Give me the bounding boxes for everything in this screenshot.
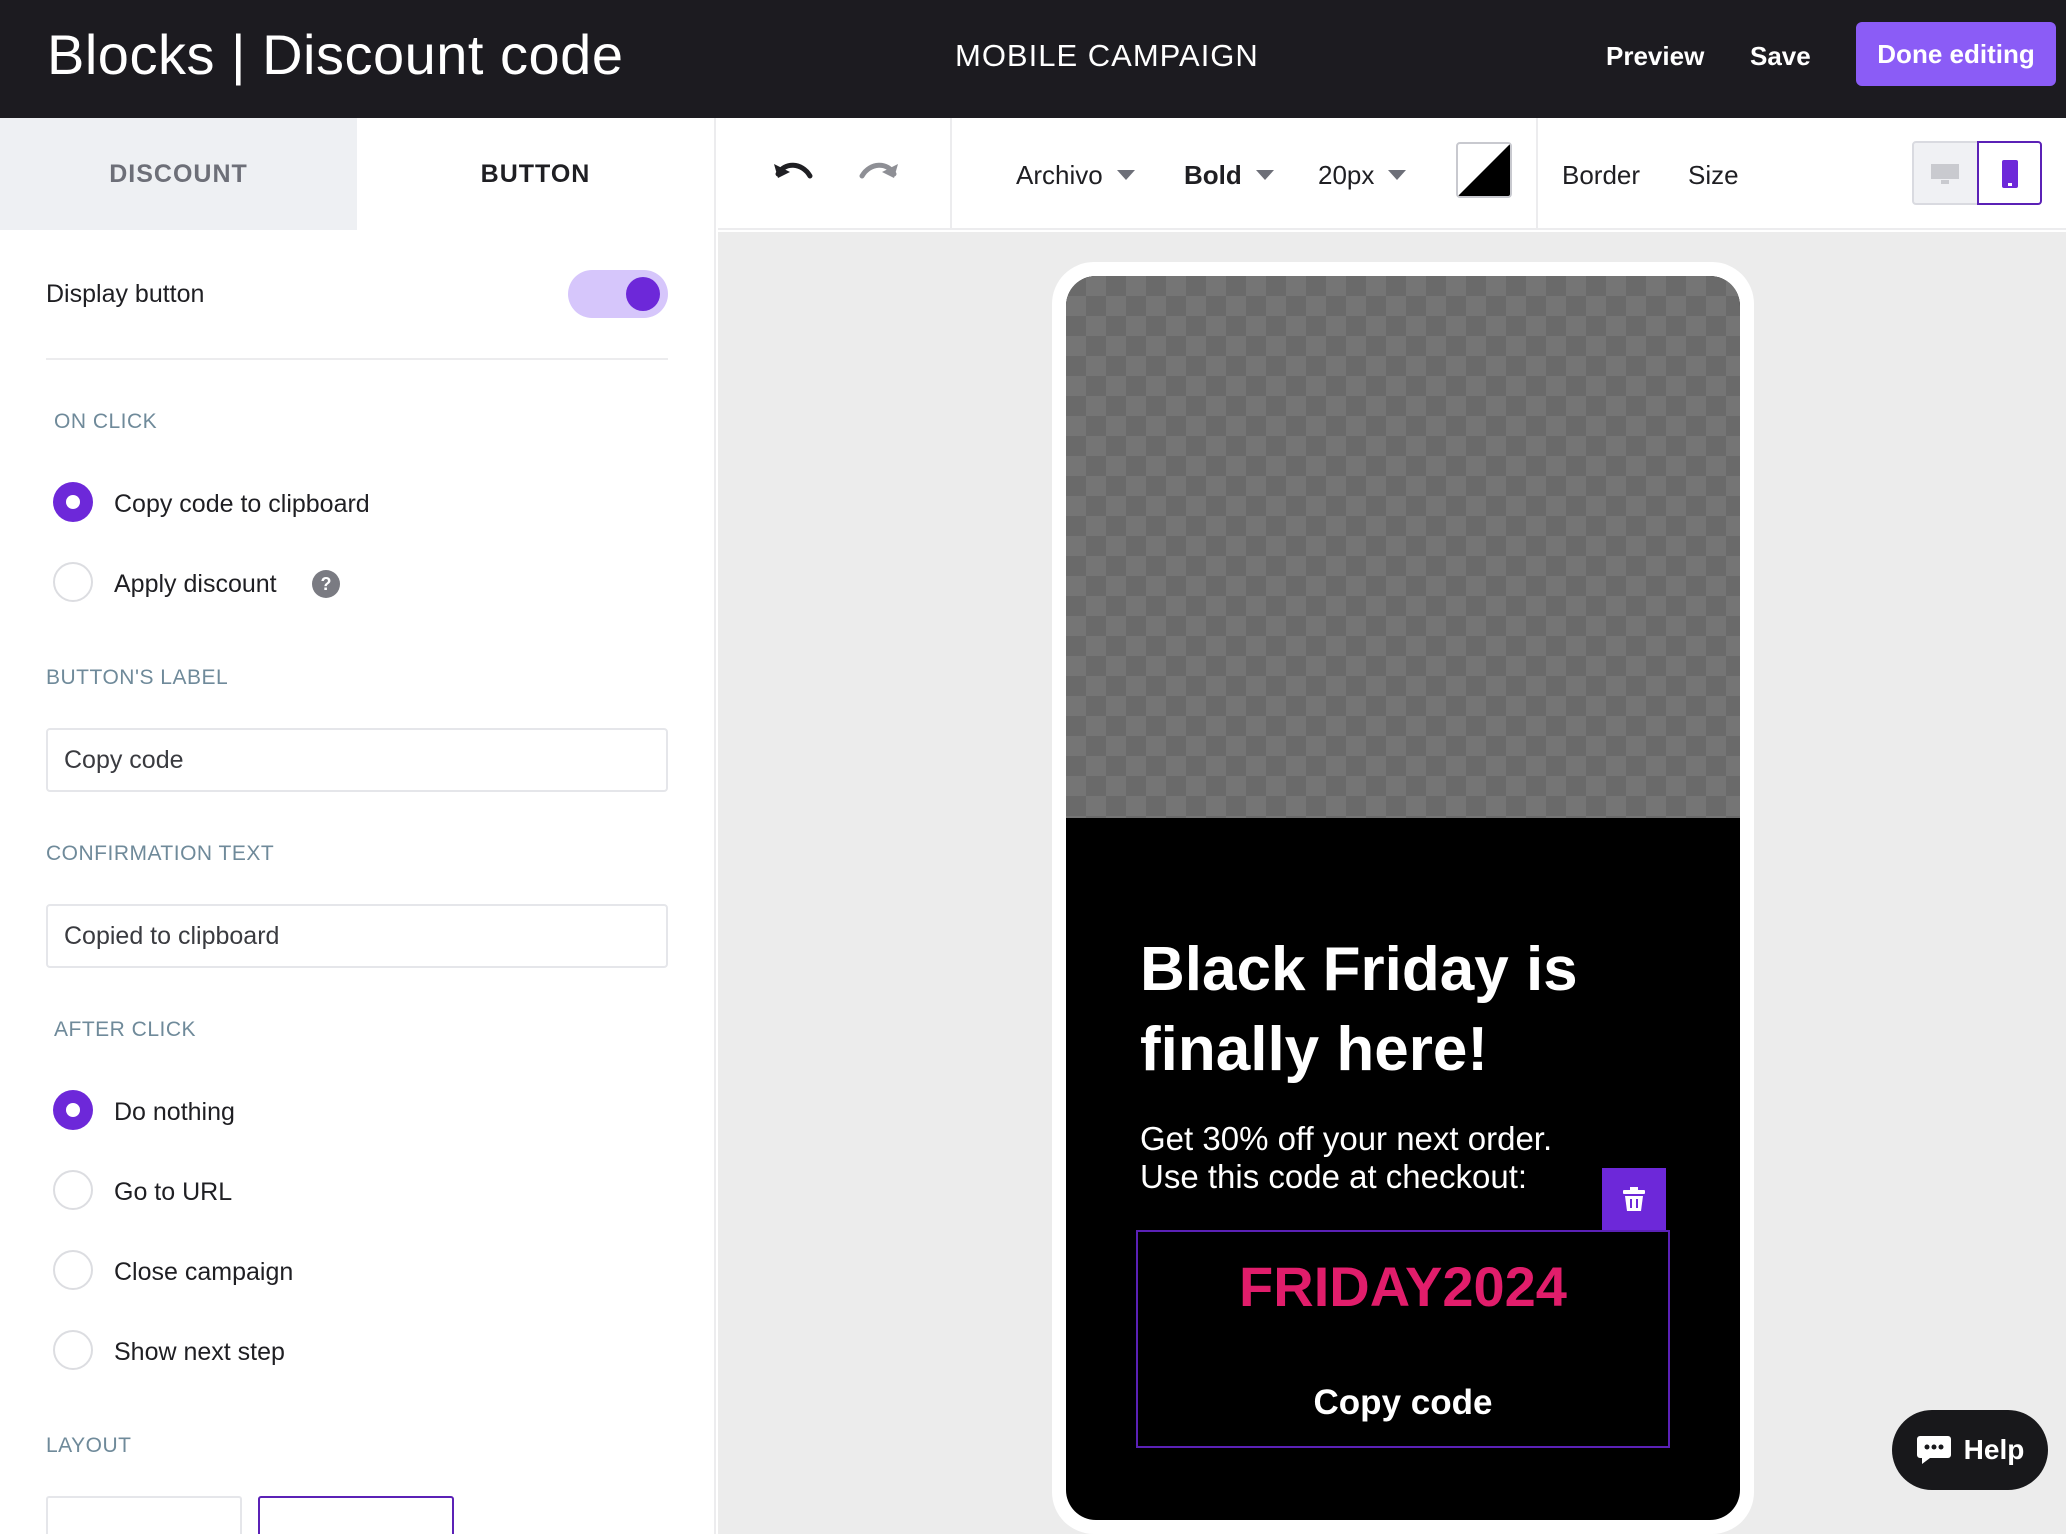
confirmation-text-heading: CONFIRMATION TEXT — [46, 842, 275, 865]
text-color-swatch[interactable] — [1456, 142, 1512, 198]
option-do-nothing-label: Do nothing — [114, 1098, 235, 1126]
layout-heading: LAYOUT — [46, 1434, 132, 1457]
editor-toolbar: Archivo Bold 20px Border Size — [718, 118, 2066, 230]
undo-icon[interactable] — [768, 154, 818, 194]
delete-block-button[interactable] — [1602, 1168, 1666, 1230]
page-title: Blocks | Discount code — [47, 23, 624, 86]
layout-option-1[interactable] — [46, 1496, 242, 1534]
settings-panel: DISCOUNT BUTTON Display button ON CLICK … — [0, 118, 716, 1534]
chat-bubble-icon — [1916, 1436, 1951, 1464]
option-apply-discount-label: Apply discount — [114, 570, 277, 598]
mobile-view-button[interactable] — [1977, 141, 2042, 205]
chevron-down-icon — [1116, 170, 1135, 180]
help-icon[interactable]: ? — [312, 570, 340, 598]
radio-copy-code[interactable] — [53, 482, 93, 522]
radio-apply-discount[interactable] — [53, 562, 93, 602]
font-weight-value: Bold — [1184, 160, 1242, 190]
radio-go-to-url[interactable] — [53, 1170, 93, 1210]
toolbar-divider — [1536, 118, 1538, 230]
layout-option-2[interactable] — [258, 1496, 454, 1534]
size-option[interactable]: Size — [1688, 158, 1739, 192]
option-show-next-step-label: Show next step — [114, 1338, 285, 1366]
font-weight-dropdown[interactable]: Bold — [1184, 158, 1274, 192]
trash-icon — [1623, 1187, 1645, 1211]
campaign-name: MOBILE CAMPAIGN — [955, 38, 1259, 73]
device-toggle — [1912, 141, 2042, 205]
font-family-dropdown[interactable]: Archivo — [1016, 158, 1135, 192]
option-go-to-url-label: Go to URL — [114, 1178, 233, 1206]
radio-show-next-step[interactable] — [53, 1330, 93, 1370]
top-bar: Blocks | Discount code MOBILE CAMPAIGN P… — [0, 0, 2066, 118]
on-click-heading: ON CLICK — [54, 410, 158, 433]
border-option[interactable]: Border — [1562, 158, 1640, 192]
button-label-input[interactable] — [46, 728, 668, 792]
display-button-toggle[interactable] — [568, 270, 668, 318]
done-editing-button[interactable]: Done editing — [1856, 22, 2056, 86]
chevron-down-icon — [1255, 170, 1274, 180]
display-button-label: Display button — [46, 280, 205, 308]
mobile-icon — [2002, 160, 2018, 188]
help-button[interactable]: Help — [1892, 1410, 2048, 1490]
option-close-campaign-label: Close campaign — [114, 1258, 294, 1286]
image-placeholder[interactable] — [1066, 276, 1740, 818]
redo-icon[interactable] — [854, 154, 904, 194]
phone-preview: Black Friday is finally here! Get 30% of… — [1066, 276, 1740, 1520]
chevron-down-icon — [1388, 170, 1407, 180]
after-click-heading: AFTER CLICK — [54, 1018, 197, 1041]
preview-body-line-1[interactable]: Get 30% off your next order. — [1140, 1120, 1552, 1158]
confirmation-text-input[interactable] — [46, 904, 668, 968]
font-family-value: Archivo — [1016, 160, 1103, 190]
preview-body-line-2[interactable]: Use this code at checkout: — [1140, 1158, 1527, 1196]
tab-discount[interactable]: DISCOUNT — [0, 118, 357, 230]
button-label-heading: BUTTON'S LABEL — [46, 666, 229, 689]
font-size-dropdown[interactable]: 20px — [1318, 158, 1407, 192]
desktop-icon[interactable] — [1930, 163, 1960, 185]
toolbar-divider — [950, 118, 952, 230]
radio-close-campaign[interactable] — [53, 1250, 93, 1290]
toggle-knob — [626, 277, 660, 311]
option-copy-code-label: Copy code to clipboard — [114, 490, 370, 518]
radio-do-nothing[interactable] — [53, 1090, 93, 1130]
font-size-value: 20px — [1318, 160, 1375, 190]
tab-button[interactable]: BUTTON — [357, 118, 714, 230]
help-label: Help — [1963, 1434, 2025, 1465]
discount-code: FRIDAY2024 — [1239, 1255, 1567, 1318]
divider — [46, 358, 668, 360]
preview-headline[interactable]: Black Friday is finally here! — [1140, 930, 1700, 1090]
discount-code-block[interactable]: FRIDAY2024 Copy code — [1136, 1230, 1670, 1448]
preview-button[interactable]: Preview — [1606, 38, 1704, 74]
save-button[interactable]: Save — [1750, 38, 1811, 74]
copy-code-button[interactable]: Copy code — [1138, 1382, 1668, 1424]
color-swatch-icon — [1458, 144, 1510, 196]
